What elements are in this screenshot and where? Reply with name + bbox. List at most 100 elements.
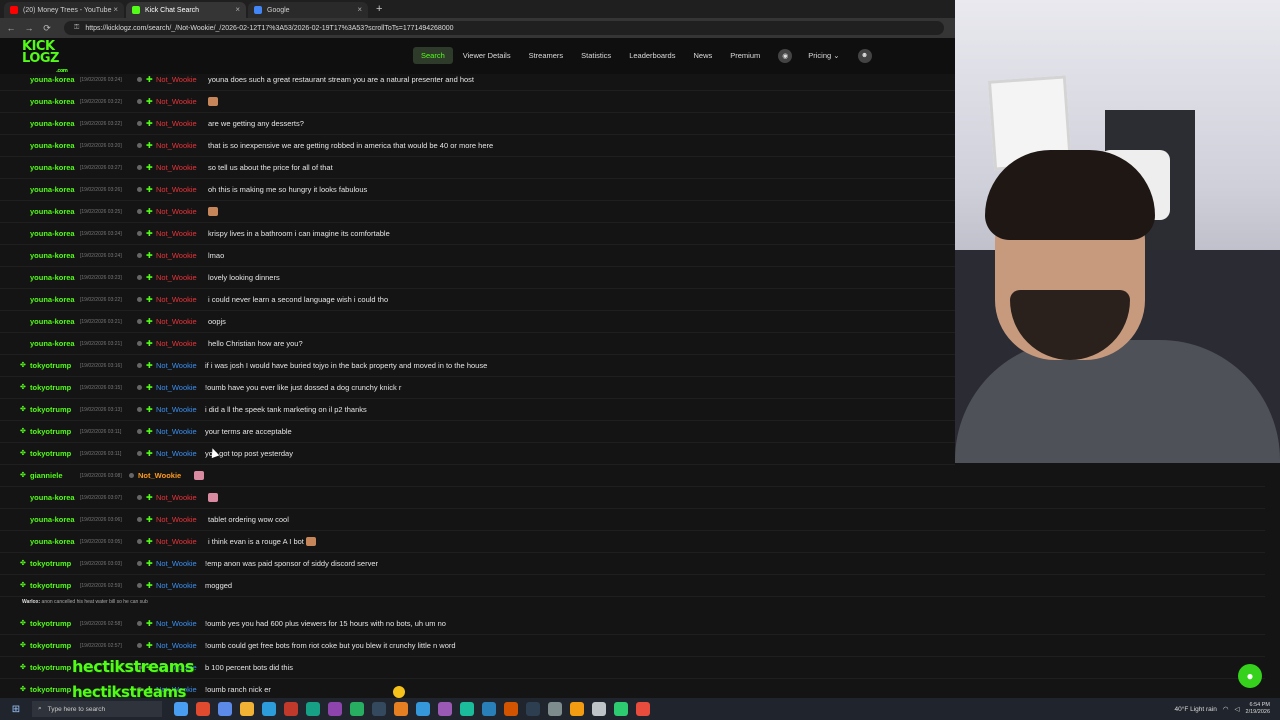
- chat-target-user[interactable]: Not_Wookie: [156, 119, 197, 128]
- chat-row[interactable]: ✤ tokyotrump [19/02/2026 03:11] ✚ Not_Wookie…: [0, 421, 955, 443]
- chat-username[interactable]: tokyotrump: [30, 581, 71, 590]
- chat-row[interactable]: youna-korea [19/02/2026 03:22] ✚ Not_Wookie…: [0, 289, 955, 311]
- taskbar-app-icon[interactable]: [526, 702, 540, 716]
- taskbar-app-icon[interactable]: [460, 702, 474, 716]
- chat-target-user[interactable]: Not_Wookie: [156, 295, 197, 304]
- taskbar-app-icon[interactable]: [548, 702, 562, 716]
- taskbar-app-icon[interactable]: [218, 702, 232, 716]
- chat-username[interactable]: youna-korea: [30, 229, 75, 238]
- chat-username[interactable]: youna-korea: [30, 273, 75, 282]
- account-icon[interactable]: ☻: [857, 48, 872, 63]
- chat-username[interactable]: youna-korea: [30, 163, 75, 172]
- chat-username[interactable]: tokyotrump: [30, 559, 71, 568]
- back-icon[interactable]: ←: [6, 23, 16, 33]
- chat-username[interactable]: tokyotrump: [30, 427, 71, 436]
- chat-target-user[interactable]: Not_Wookie: [156, 273, 197, 282]
- chat-row[interactable]: ✤ tokyotrump [19/02/2026 02:57] ✚ Not_Wookie…: [0, 635, 1265, 657]
- chat-row[interactable]: youna-korea [19/02/2026 03:24] ✚ Not_Wookie…: [0, 245, 955, 267]
- nav-item[interactable]: Statistics: [573, 47, 619, 64]
- chat-row[interactable]: youna-korea [19/02/2026 03:27] ✚ Not_Wookie…: [0, 157, 955, 179]
- chat-target-user[interactable]: Not_Wookie: [156, 515, 197, 524]
- chat-row[interactable]: youna-korea [19/02/2026 03:05] ✚ Not_Wookie…: [0, 531, 1265, 553]
- taskbar-app-icon[interactable]: [174, 702, 188, 716]
- discord-icon[interactable]: ◉: [778, 48, 793, 63]
- chat-row[interactable]: youna-korea [19/02/2026 03:25] ✚ Not_Wookie: [0, 201, 955, 223]
- nav-item[interactable]: News: [685, 47, 720, 64]
- volume-icon[interactable]: ◁: [1235, 705, 1240, 713]
- nav-item[interactable]: Premium: [722, 47, 768, 64]
- chat-target-user[interactable]: Not_Wookie: [156, 537, 197, 546]
- chat-username[interactable]: youna-korea: [30, 119, 75, 128]
- browser-tab[interactable]: Kick Chat Search ×: [126, 2, 246, 18]
- taskbar-app-icon[interactable]: [328, 702, 342, 716]
- nav-item[interactable]: Pricing ⌄: [800, 47, 847, 64]
- chat-row[interactable]: youna-korea [19/02/2026 03:20] ✚ Not_Wookie…: [0, 135, 955, 157]
- chat-target-user[interactable]: Not_Wookie: [156, 251, 197, 260]
- clock[interactable]: 6:54 PM 2/19/2026: [1246, 702, 1270, 716]
- chat-row[interactable]: youna-korea [19/02/2026 03:21] ✚ Not_Wookie…: [0, 333, 955, 355]
- chat-username[interactable]: tokyotrump: [30, 361, 71, 370]
- browser-tab[interactable]: Google ×: [248, 2, 368, 18]
- chat-username[interactable]: youna-korea: [30, 141, 75, 150]
- chat-target-user[interactable]: Not_Wookie: [156, 185, 197, 194]
- taskbar-app-icon[interactable]: [240, 702, 254, 716]
- chat-row[interactable]: ✤ tokyotrump ✚ Not_Wookie !oumb ranch nick e…: [0, 679, 1265, 698]
- chat-target-user[interactable]: Not_Wookie: [156, 339, 197, 348]
- taskbar-app-icon[interactable]: [504, 702, 518, 716]
- chat-row[interactable]: youna-korea [19/02/2026 03:24] ✚ Not_Wookie…: [0, 223, 955, 245]
- chat-username[interactable]: tokyotrump: [30, 641, 71, 650]
- chat-username[interactable]: youna-korea: [30, 537, 75, 546]
- taskbar-search-input[interactable]: ⌕ Type here to search: [32, 701, 162, 717]
- chat-target-user[interactable]: Not_Wookie: [156, 581, 197, 590]
- taskbar-app-icon[interactable]: [570, 702, 584, 716]
- chat-username[interactable]: youna-korea: [30, 339, 75, 348]
- chat-target-user[interactable]: Not_Wookie: [156, 427, 197, 436]
- url-input[interactable]: ⚿ https://kicklogz.com/search/_/Not-Wook…: [64, 21, 944, 35]
- taskbar-app-icon[interactable]: [284, 702, 298, 716]
- forward-icon[interactable]: →: [24, 23, 34, 33]
- tab-close-icon[interactable]: ×: [113, 5, 118, 14]
- chat-row[interactable]: ✤ tokyotrump [19/02/2026 03:13] ✚ Not_Wookie…: [0, 399, 955, 421]
- chat-username[interactable]: youna-korea: [30, 207, 75, 216]
- chat-target-user[interactable]: Not_Wookie: [156, 361, 197, 370]
- taskbar-app-icon[interactable]: [394, 702, 408, 716]
- chat-target-user[interactable]: Not_Wookie: [138, 471, 181, 480]
- taskbar-app-icon[interactable]: [636, 702, 650, 716]
- chat-target-user[interactable]: Not_Wookie: [156, 229, 197, 238]
- chat-username[interactable]: youna-korea: [30, 515, 75, 524]
- chat-username[interactable]: tokyotrump: [30, 619, 71, 628]
- chat-row[interactable]: youna-korea [19/02/2026 03:21] ✚ Not_Wookie…: [0, 311, 955, 333]
- chat-username[interactable]: gianniele: [30, 471, 63, 480]
- nav-item[interactable]: Viewer Details: [455, 47, 519, 64]
- site-logo[interactable]: KICK LOGZ .com: [22, 40, 70, 74]
- chat-username[interactable]: youna-korea: [30, 251, 75, 260]
- chat-target-user[interactable]: Not_Wookie: [156, 449, 197, 458]
- taskbar-app-icon[interactable]: [614, 702, 628, 716]
- chat-username[interactable]: youna-korea: [30, 317, 75, 326]
- chat-username[interactable]: tokyotrump: [30, 685, 71, 694]
- chat-row[interactable]: ✤ gianniele [19/02/2026 03:08] Not_Wookie: [0, 465, 1265, 487]
- chat-row[interactable]: ✤ tokyotrump [19/02/2026 03:16] ✚ Not_Wookie…: [0, 355, 955, 377]
- chat-target-user[interactable]: Not_Wookie: [156, 317, 197, 326]
- chat-row[interactable]: youna-korea [19/02/2026 03:23] ✚ Not_Wookie…: [0, 267, 955, 289]
- taskbar-app-icon[interactable]: [306, 702, 320, 716]
- chat-target-user[interactable]: Not_Wookie: [156, 141, 197, 150]
- chat-row[interactable]: youna-korea [19/02/2026 03:22] ✚ Not_Wookie: [0, 91, 955, 113]
- tab-close-icon[interactable]: ×: [235, 5, 240, 14]
- taskbar-app-icon[interactable]: [438, 702, 452, 716]
- taskbar-app-icon[interactable]: [416, 702, 430, 716]
- chat-row[interactable]: youna-korea [19/02/2026 03:26] ✚ Not_Wookie…: [0, 179, 955, 201]
- nav-item[interactable]: Search: [413, 47, 453, 64]
- chat-row[interactable]: youna-korea [19/02/2026 03:06] ✚ Not_Wookie…: [0, 509, 1265, 531]
- chat-row[interactable]: ✤ tokyotrump [19/02/2026 03:03] ✚ Not_Wookie…: [0, 553, 1265, 575]
- chat-target-user[interactable]: Not_Wookie: [156, 383, 197, 392]
- chat-row[interactable]: youna-korea [19/02/2026 03:07] ✚ Not_Wookie: [0, 487, 1265, 509]
- new-tab-button[interactable]: +: [370, 2, 388, 18]
- chat-username[interactable]: tokyotrump: [30, 449, 71, 458]
- chat-username[interactable]: youna-korea: [30, 185, 75, 194]
- chat-target-user[interactable]: Not_Wookie: [156, 493, 197, 502]
- chat-username[interactable]: tokyotrump: [30, 405, 71, 414]
- chat-row[interactable]: youna-korea [19/02/2026 03:24] ✚ Not_Wookie…: [0, 74, 955, 91]
- reload-icon[interactable]: ⟳: [42, 23, 52, 34]
- chat-fab-button[interactable]: ●: [1238, 664, 1262, 688]
